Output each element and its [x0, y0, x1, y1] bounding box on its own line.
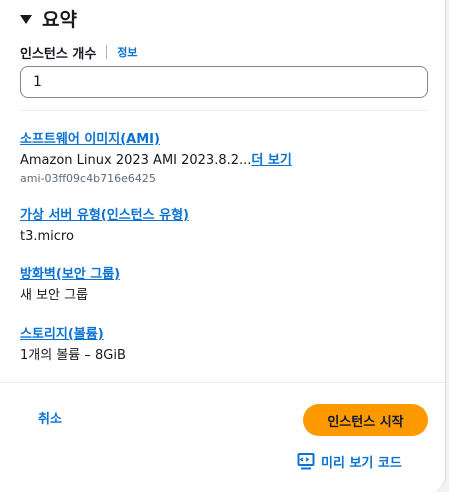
ami-value: Amazon Linux 2023 AMI 2023.8.2...더 보기 [20, 152, 430, 170]
instance-type-value: t3.micro [20, 229, 74, 244]
storage-value: 1개의 볼륨 – 8GiB [20, 348, 126, 363]
info-link[interactable]: 정보 [117, 44, 137, 60]
firewall-value: 새 보안 그룹 [20, 288, 89, 303]
ami-id: ami-03ff09c4b716e6425 [20, 172, 156, 185]
preview-code-label: 미리 보기 코드 [321, 455, 402, 471]
label-separator [106, 45, 108, 59]
storage-link[interactable]: 스토리지(볼륨) [20, 326, 104, 344]
launch-instance-button[interactable]: 인스턴스 시작 [303, 404, 428, 436]
instance-type-link[interactable]: 가상 서버 유형(인스턴스 유형) [20, 207, 189, 225]
footer-divider [0, 382, 445, 383]
preview-code-link[interactable]: 미리 보기 코드 [297, 451, 402, 471]
divider [20, 110, 428, 111]
summary-toggle[interactable]: 요약 [20, 4, 77, 32]
ami-section: 소프트웨어 이미지(AMI) Amazon Linux 2023 AMI 202… [20, 128, 430, 187]
storage-section: 스토리지(볼륨) 1개의 볼륨 – 8GiB [20, 323, 430, 365]
firewall-link[interactable]: 방화벽(보안 그룹) [20, 266, 120, 284]
code-preview-icon [297, 453, 315, 470]
summary-panel: 요약 인스턴스 개수 정보 소프트웨어 이미지(AMI) Amazon Linu… [0, 0, 446, 492]
caret-down-icon [20, 14, 32, 24]
instance-count-label-row: 인스턴스 개수 정보 [20, 42, 138, 62]
more-link[interactable]: 더 보기 [251, 153, 291, 168]
instance-type-section: 가상 서버 유형(인스턴스 유형) t3.micro [20, 204, 430, 246]
ami-link[interactable]: 소프트웨어 이미지(AMI) [20, 131, 160, 149]
cancel-button[interactable]: 취소 [38, 408, 62, 432]
instance-count-label: 인스턴스 개수 [20, 46, 97, 62]
firewall-section: 방화벽(보안 그룹) 새 보안 그룹 [20, 263, 430, 305]
ami-name: Amazon Linux 2023 AMI 2023.8.2... [20, 153, 252, 168]
summary-title: 요약 [42, 8, 77, 31]
instance-count-input[interactable] [20, 66, 428, 98]
